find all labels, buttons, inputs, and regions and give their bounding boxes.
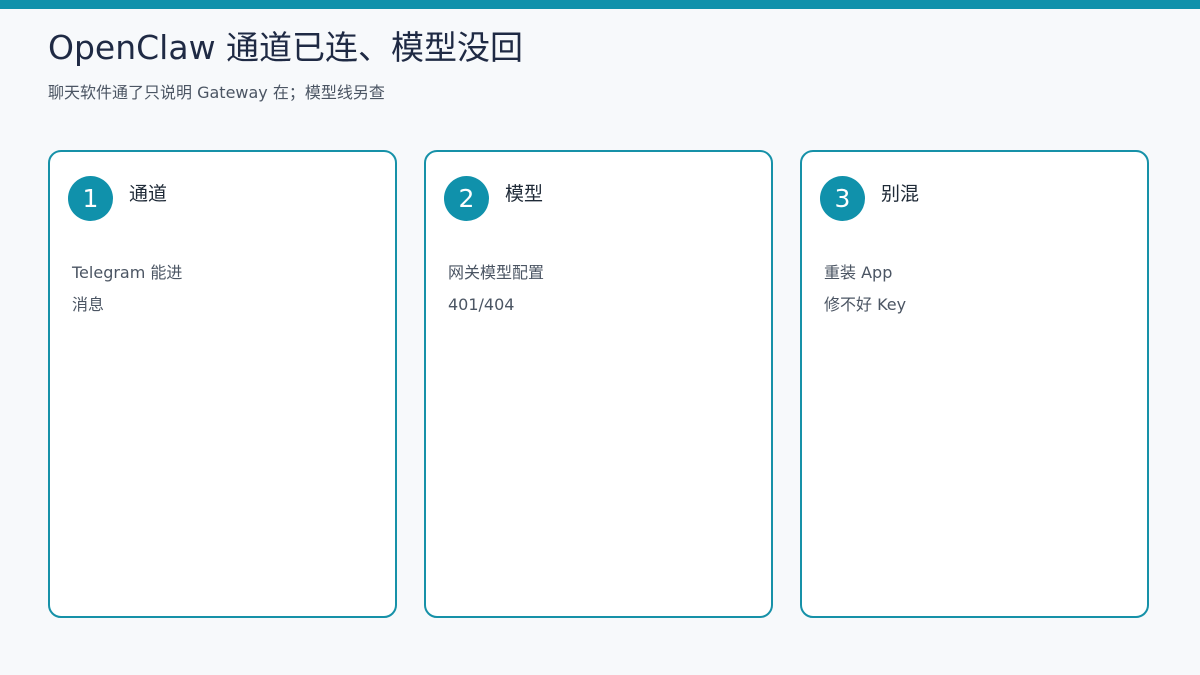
step-number-badge: 2 [444, 176, 489, 221]
card-model: 2 模型 网关模型配置 401/404 [424, 150, 773, 618]
card-title: 通道 [129, 183, 168, 205]
card-line: 修不好 Key [824, 295, 907, 314]
card-line: 消息 [72, 295, 105, 314]
card-body: 网关模型配置 401/404 [448, 257, 544, 321]
card-title: 模型 [505, 183, 544, 205]
card-body: 重装 App 修不好 Key [824, 257, 906, 321]
card-line: 网关模型配置 [448, 263, 545, 282]
step-number-badge: 3 [820, 176, 865, 221]
slide-subtitle: 聊天软件通了只说明 Gateway 在；模型线另查 [48, 83, 385, 102]
card-channel: 1 通道 Telegram 能进 消息 [48, 150, 397, 618]
card-title: 别混 [881, 183, 920, 205]
card-dont-mix: 3 别混 重装 App 修不好 Key [800, 150, 1149, 618]
card-line: 重装 App [824, 263, 893, 282]
card-line: 401/404 [448, 295, 515, 314]
top-accent-bar [0, 0, 1200, 9]
step-number-badge: 1 [68, 176, 113, 221]
card-line: Telegram 能进 [72, 263, 183, 282]
card-body: Telegram 能进 消息 [72, 257, 182, 321]
slide-title: OpenClaw 通道已连、模型没回 [48, 28, 524, 67]
